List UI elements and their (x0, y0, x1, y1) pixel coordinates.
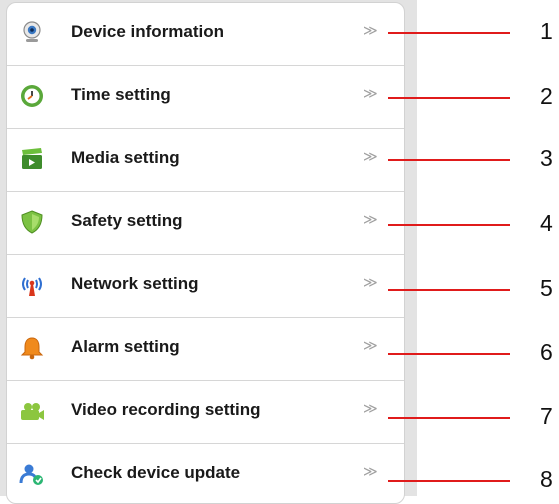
chevron-right-icon: ≫ (363, 148, 378, 164)
chevron-right-icon: ≫ (363, 400, 378, 416)
menu-item-safety-setting[interactable]: Safety setting ≫ (7, 192, 404, 255)
callout-line (388, 480, 510, 482)
chevron-right-icon: ≫ (363, 274, 378, 290)
menu-item-label: Time setting (71, 85, 171, 104)
users-update-icon (19, 461, 45, 487)
callout-line (388, 417, 510, 419)
callout-number: 4 (540, 210, 553, 236)
callout-number: 1 (540, 18, 553, 44)
callout-number: 2 (540, 83, 553, 109)
chevron-right-icon: ≫ (363, 22, 378, 38)
bell-icon (19, 335, 45, 361)
antenna-icon (19, 272, 45, 298)
menu-item-alarm-setting[interactable]: Alarm setting ≫ (7, 318, 404, 381)
callout-line (388, 224, 510, 226)
chevron-right-icon: ≫ (363, 211, 378, 227)
menu-item-check-device-update[interactable]: Check device update ≫ (7, 444, 404, 503)
video-camera-icon (19, 398, 45, 424)
callout-number: 3 (540, 145, 553, 171)
webcam-icon (19, 20, 45, 46)
callout-line (388, 159, 510, 161)
callout-line (388, 32, 510, 34)
menu-item-media-setting[interactable]: Media setting ≫ (7, 129, 404, 192)
callout-line (388, 97, 510, 99)
menu-item-label: Check device update (71, 463, 241, 482)
menu-item-network-setting[interactable]: Network setting ≫ (7, 255, 404, 318)
menu-item-label: Network setting (71, 274, 199, 293)
chevron-right-icon: ≫ (363, 337, 378, 353)
shield-icon (19, 209, 45, 235)
menu-item-label: Device information (71, 22, 225, 41)
callout-number: 7 (540, 403, 553, 429)
chevron-right-icon: ≫ (363, 85, 378, 101)
chevron-right-icon: ≫ (363, 463, 378, 479)
clock-icon (19, 83, 45, 109)
callout-number: 5 (540, 275, 553, 301)
callout-line (388, 289, 510, 291)
menu-item-label: Safety setting (71, 211, 183, 230)
callout-number: 8 (540, 466, 553, 492)
callout-number: 6 (540, 339, 553, 365)
menu-item-device-information[interactable]: Device information ≫ (7, 3, 404, 66)
menu-item-label: Video recording setting (71, 400, 261, 419)
clapperboard-icon (19, 146, 45, 172)
callout-line (388, 353, 510, 355)
settings-menu: Device information ≫ Time setting ≫ Medi… (6, 2, 405, 504)
menu-item-label: Alarm setting (71, 337, 180, 356)
menu-item-time-setting[interactable]: Time setting ≫ (7, 66, 404, 129)
menu-item-video-recording-setting[interactable]: Video recording setting ≫ (7, 381, 404, 444)
menu-item-label: Media setting (71, 148, 180, 167)
